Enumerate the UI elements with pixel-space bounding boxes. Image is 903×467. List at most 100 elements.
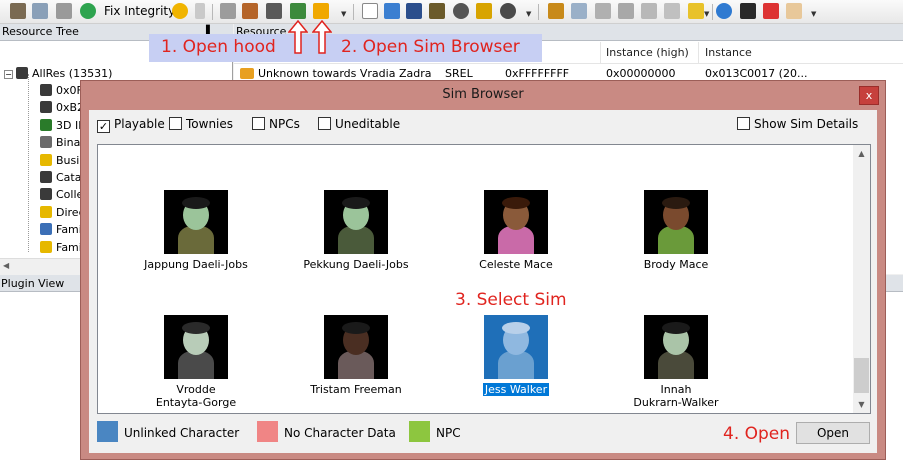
column-divider[interactable]	[600, 42, 601, 64]
sim-portrait[interactable]	[164, 190, 228, 254]
show-sim-details-checkbox[interactable]: Show Sim Details	[737, 117, 858, 131]
sim-name[interactable]: Tristam Freeman	[276, 383, 436, 396]
sim-name-line: Entayta-Gorge	[155, 396, 237, 409]
tree-item[interactable]: 0x0F	[40, 82, 83, 99]
sim-name[interactable]: Brody Mace	[596, 258, 756, 271]
comment-icon[interactable]	[641, 3, 657, 19]
chevron-down-icon[interactable]: ▼	[704, 11, 711, 18]
tools-icon[interactable]	[195, 3, 205, 19]
collapse-icon[interactable]: −	[4, 70, 13, 79]
scroll-down-icon[interactable]: ▼	[853, 396, 870, 413]
chevron-down-icon[interactable]: ▼	[811, 11, 818, 18]
eraser-icon[interactable]	[786, 3, 802, 19]
sim-portrait[interactable]	[324, 315, 388, 379]
checkmark-icon[interactable]: ✓	[97, 120, 110, 133]
sim-hair	[342, 322, 370, 334]
sim-portrait[interactable]	[324, 190, 388, 254]
filter-townies-checkbox[interactable]: Townies	[169, 117, 233, 131]
scroll-up-icon[interactable]: ▲	[853, 145, 870, 162]
column-divider[interactable]	[698, 42, 699, 64]
annotation-step-2: 2. Open Sim Browser	[341, 37, 520, 57]
sim-portrait[interactable]	[644, 315, 708, 379]
close-circle-icon[interactable]	[453, 3, 469, 19]
chevron-down-icon[interactable]: ▼	[341, 11, 348, 18]
sim-name[interactable]: Jess Walker	[436, 383, 596, 396]
open-button[interactable]: Open	[796, 422, 870, 444]
checkbox-box[interactable]	[737, 117, 750, 130]
scissors-icon[interactable]	[220, 3, 236, 19]
cupboard-icon[interactable]	[548, 3, 564, 19]
fix-integrity-button[interactable]: Fix Integrity	[104, 4, 175, 18]
checklist-icon[interactable]	[429, 3, 445, 19]
tree-item[interactable]: Direc	[40, 204, 85, 221]
camera-icon[interactable]	[266, 3, 282, 19]
tree-item-label: 0x0F	[56, 84, 83, 97]
tree-item[interactable]: Famil	[40, 239, 85, 256]
sim-body	[658, 351, 694, 379]
filter-label: Townies	[186, 117, 234, 131]
filter-playable-checkbox[interactable]: ✓ Playable	[97, 117, 165, 133]
vertical-scrollbar[interactable]: ▲ ▼	[853, 145, 870, 413]
recycle-icon[interactable]	[80, 3, 96, 19]
dialog-body: ✓ Playable Townies NPCs Uneditable Show Sim …	[89, 110, 877, 453]
list-icon[interactable]	[664, 3, 680, 19]
sim-portrait[interactable]	[164, 315, 228, 379]
filter-npcs-checkbox[interactable]: NPCs	[252, 117, 300, 131]
refresh-icon[interactable]	[716, 3, 732, 19]
window-icon[interactable]	[571, 3, 587, 19]
open-hood-icon[interactable]	[290, 3, 306, 19]
open-icon[interactable]	[10, 3, 26, 19]
checkbox-box[interactable]	[318, 117, 331, 130]
close-button[interactable]: x	[859, 86, 879, 105]
tree-item[interactable]: Colle	[40, 186, 83, 203]
link-icon[interactable]	[56, 3, 72, 19]
sim-portrait[interactable]	[644, 190, 708, 254]
sim-hair	[502, 322, 530, 334]
filter-uneditable-checkbox[interactable]: Uneditable	[318, 117, 400, 131]
sim-name[interactable]: Pekkung Daeli-Jobs	[276, 258, 436, 271]
sims-icon[interactable]	[476, 3, 492, 19]
sim-hair	[502, 197, 530, 209]
chevron-down-icon[interactable]: ▼	[526, 11, 533, 18]
column-instance[interactable]: Instance	[705, 46, 752, 59]
tree-item[interactable]: Famil	[40, 221, 85, 238]
checkbox-box[interactable]	[252, 117, 265, 130]
tree-root-label: AllRes (13531)	[32, 67, 113, 80]
filter-label: NPCs	[269, 117, 300, 131]
note-icon[interactable]	[618, 3, 634, 19]
sim-body	[338, 351, 374, 379]
tree-item[interactable]: Catal	[40, 169, 85, 186]
legend-swatch	[97, 421, 118, 442]
save-icon[interactable]	[32, 3, 48, 19]
scroll-thumb[interactable]	[854, 358, 869, 393]
sim-name-line: Vrodde	[176, 383, 216, 396]
checkbox-box[interactable]	[169, 117, 182, 130]
sim-name[interactable]: Vrodde Entayta-Gorge	[116, 383, 276, 409]
sim-name[interactable]: Innah Dukrarn-Walker	[596, 383, 756, 409]
new-file-icon[interactable]	[362, 3, 378, 19]
sim-name[interactable]: Jappung Daeli-Jobs	[116, 258, 276, 271]
scroll-left-icon[interactable]: ◀	[3, 261, 9, 270]
package-icon[interactable]	[242, 3, 258, 19]
sim-relation-icon	[240, 68, 254, 79]
sim-hair	[662, 197, 690, 209]
sim-portrait[interactable]	[484, 315, 548, 379]
resource-type-icon	[40, 136, 52, 149]
sim-list: Jappung Daeli-Jobs Pekkung Daeli-Jobs Cele…	[97, 144, 871, 414]
fix-integrity-icon[interactable]	[172, 3, 188, 19]
search-icon[interactable]	[500, 3, 516, 19]
sim-browser-icon[interactable]	[313, 3, 329, 19]
pin-icon[interactable]	[763, 3, 779, 19]
sim-name-line: Brody Mace	[643, 258, 709, 271]
tree-item[interactable]: 0xB2	[40, 99, 84, 116]
resource-type-icon	[40, 84, 52, 96]
disk-save-icon[interactable]	[406, 3, 422, 19]
box-icon[interactable]	[595, 3, 611, 19]
column-instance-high[interactable]: Instance (high)	[606, 46, 689, 59]
sim-portrait[interactable]	[484, 190, 548, 254]
sim-name[interactable]: Celeste Mace	[436, 258, 596, 271]
folder-open-icon[interactable]	[384, 3, 400, 19]
chat-icon[interactable]	[688, 3, 704, 19]
tree-item[interactable]: Binar	[40, 134, 85, 151]
hat-icon[interactable]	[740, 3, 756, 19]
